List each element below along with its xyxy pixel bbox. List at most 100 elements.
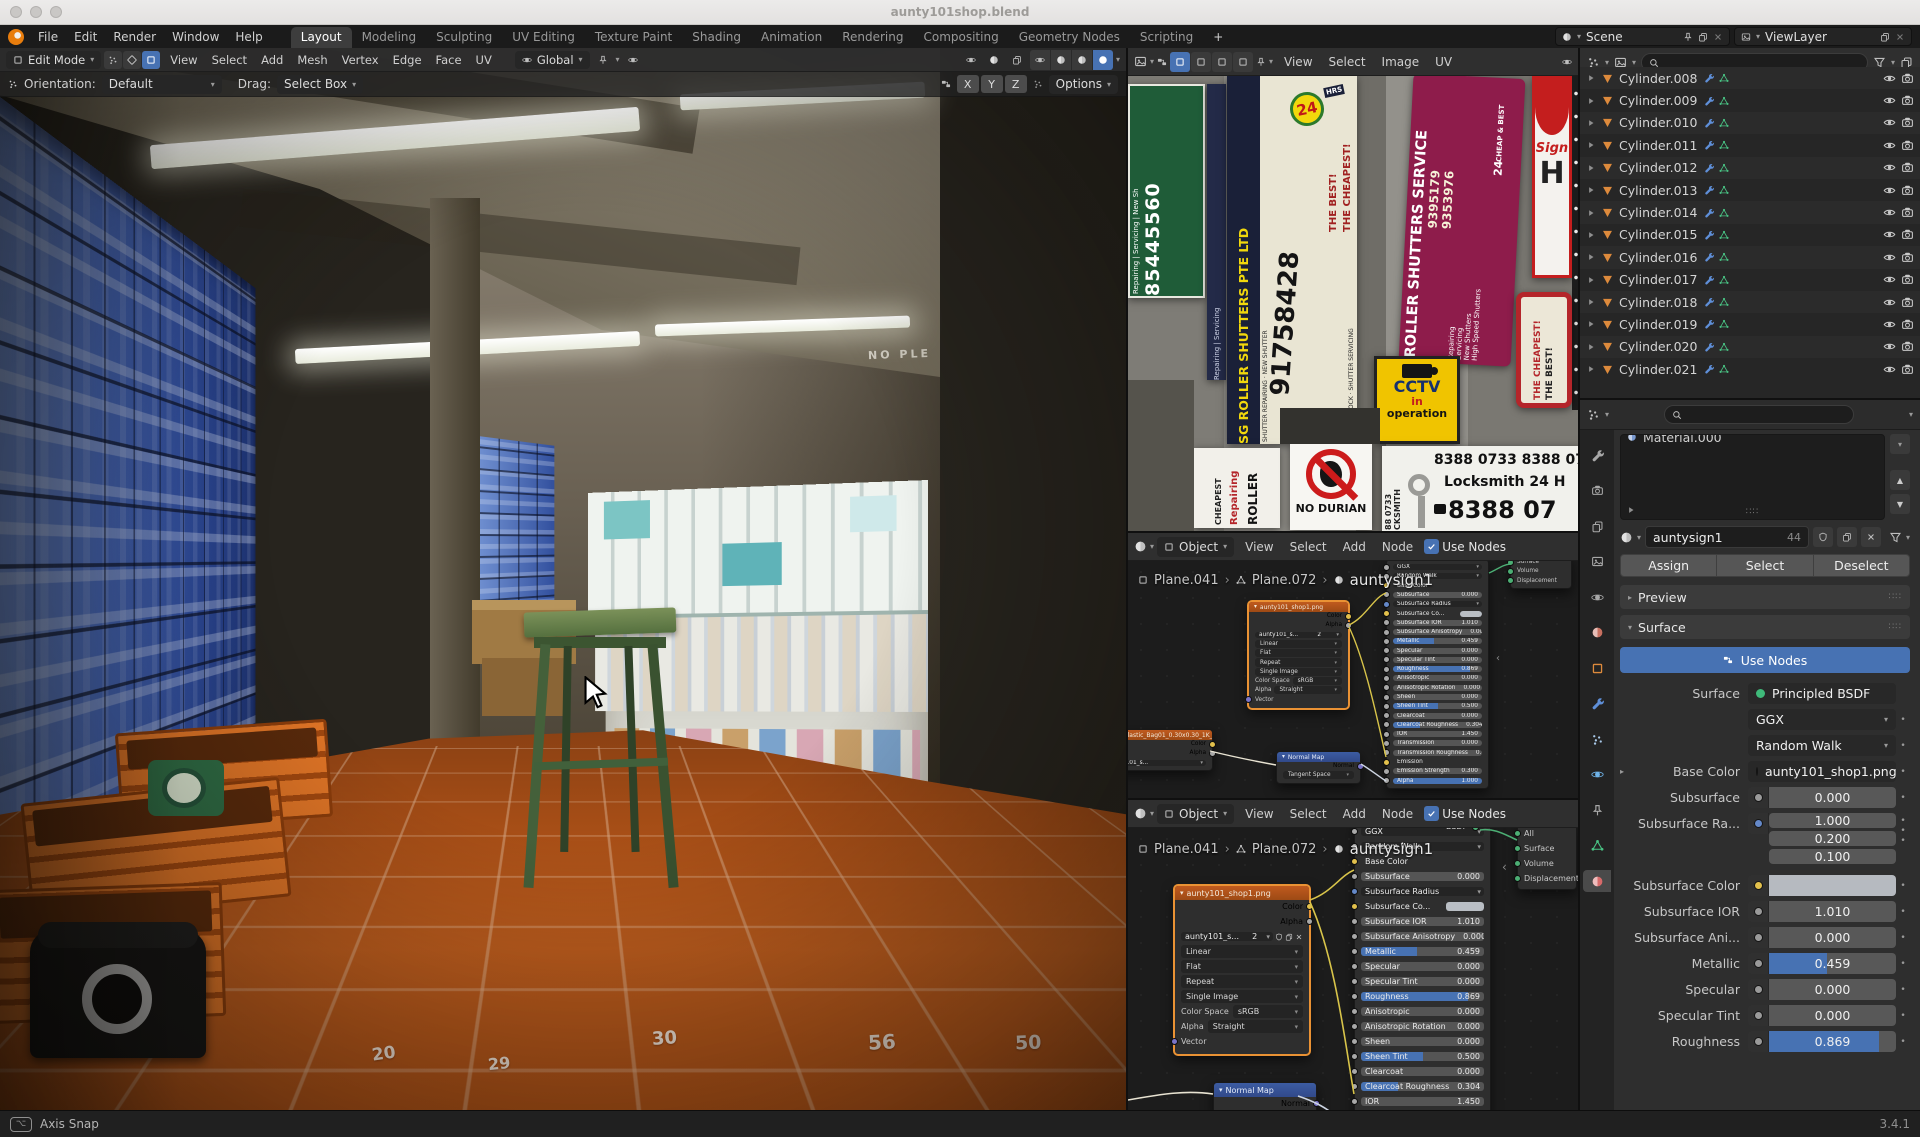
alpha-mode-row[interactable]: AlphaStraight [1249,686,1348,694]
shading-solid-icon[interactable] [1051,50,1071,70]
input-socket[interactable] [1383,712,1390,719]
unlink-scene-icon[interactable] [1713,32,1723,42]
chevron-down-icon[interactable]: ▾ [1150,809,1154,818]
modifier-wrench-icon[interactable] [1704,118,1714,128]
camera-visibility-icon[interactable] [1901,363,1914,376]
slot-move-down-button[interactable]: ▼ [1890,494,1910,514]
outliner-row[interactable]: Cylinder.009 [1580,89,1920,111]
input-socket[interactable] [1351,1068,1358,1075]
breadcrumb-mesh[interactable]: Plane.072 [1252,573,1317,588]
node-widget[interactable]: Emission [1393,759,1482,765]
input-socket[interactable] [1351,1038,1358,1045]
transform-orientation-selector[interactable]: Global ▾ [515,51,590,69]
bsdf-input-row[interactable]: Clearcoat 0.000 [1387,712,1488,720]
modifier-wrench-icon[interactable] [1704,297,1714,307]
outliner-row[interactable]: Cylinder.014 [1580,201,1920,223]
bsdf-input-row[interactable]: Roughness 0.869 [1355,990,1490,1003]
radius-y-field[interactable]: 0.200 [1769,831,1896,846]
breadcrumb-object[interactable]: Plane.041 [1154,573,1219,588]
topbar-menu[interactable]: Edit [66,29,105,45]
mirror-axis-button[interactable]: Z [1005,75,1027,93]
socket-button[interactable] [1748,901,1769,922]
subsurface-slider[interactable]: 0.000 [1769,787,1896,808]
mesh-data-icon[interactable] [1719,163,1729,173]
overlays-icon[interactable] [984,50,1004,70]
node-widget[interactable]: Specular 0.000 [1361,962,1484,971]
camera-visibility-icon[interactable] [1901,184,1914,197]
input-socket[interactable] [1351,978,1358,985]
vector-input-socket[interactable] [1171,1038,1178,1045]
bsdf-input-row[interactable]: Subsurface Anisotropy 0.000 [1355,930,1490,943]
node-widget[interactable]: Specular 0.000 [1393,648,1482,654]
workspace-tab[interactable]: Scripting [1130,27,1203,48]
node-widget[interactable]: Transmission 0.000 [1393,740,1482,746]
bsdf-input-row[interactable]: Sheen 0.000 [1387,693,1488,701]
slot-move-up-button[interactable]: ▲ [1890,470,1910,490]
input-socket[interactable] [1383,777,1390,784]
input-socket[interactable] [1383,564,1390,571]
bsdf-input-row[interactable]: Clearcoat Roughness 0.304 [1387,721,1488,729]
blender-logo-icon[interactable] [8,29,24,45]
disclosure-triangle-icon[interactable] [1586,230,1596,240]
camera-visibility-icon[interactable] [1901,94,1914,107]
shading-wireframe-icon[interactable] [1030,50,1050,70]
input-socket[interactable] [1351,1008,1358,1015]
outliner-row[interactable]: Cylinder.019 [1580,313,1920,335]
disclosure-triangle-icon[interactable] [1586,73,1596,83]
color-output-socket[interactable] [1209,741,1216,748]
use-nodes-button[interactable]: Use Nodes [1620,647,1910,673]
hide-eye-icon[interactable] [1883,228,1896,241]
tab-view-layer-icon[interactable] [1583,551,1611,573]
disclosure-triangle-icon[interactable] [1586,297,1596,307]
bsdf-input-row[interactable]: IOR 1.450 [1387,730,1488,738]
color-output-socket[interactable] [1306,903,1313,910]
camera-visibility-icon[interactable] [1901,318,1914,331]
hide-eye-icon[interactable] [1883,273,1896,286]
deselect-button[interactable]: Deselect [1813,554,1910,577]
object-name[interactable]: Cylinder.008 [1619,71,1697,86]
mesh-data-icon[interactable] [1719,297,1729,307]
hide-eye-icon[interactable] [1883,318,1896,331]
add-workspace-button[interactable]: + [1205,29,1231,45]
chevron-down-icon[interactable]: ▾ [1150,542,1154,551]
input-socket[interactable] [1383,721,1390,728]
view-mode-button[interactable] [1170,52,1190,72]
bsdf-input-row[interactable]: Clearcoat Roughness 0.304 [1355,1080,1490,1093]
image-node-header[interactable]: ▾aunty101_shop1.png [1175,886,1309,900]
workspace-tab[interactable]: Layout [291,27,352,48]
viewport-menu[interactable]: Face [429,53,469,67]
unlink-icon[interactable] [1295,933,1303,941]
object-name[interactable]: Cylinder.012 [1619,160,1697,175]
image-option-dropdown[interactable]: Linear [1255,640,1342,648]
disclosure-triangle-icon[interactable] [1586,319,1596,329]
camera-visibility-icon[interactable] [1901,340,1914,353]
socket-button[interactable] [1748,979,1769,1000]
output-input-row[interactable]: Displacement [1518,872,1576,885]
bsdf-input-row[interactable]: Subsurface Radius [1387,600,1488,608]
bsdf-input-row[interactable]: Transmission 0.000 [1387,739,1488,747]
object-name[interactable]: Cylinder.021 [1619,362,1697,377]
shader-menu[interactable]: Select [1282,807,1335,821]
node-widget[interactable]: Anisotropic 0.000 [1393,675,1482,681]
viewlayer-selector[interactable]: ▾ ViewLayer [1734,27,1912,46]
outliner-row[interactable]: Cylinder.016 [1580,246,1920,268]
normal-output-socket[interactable] [1313,1100,1320,1107]
bsdf-input-row[interactable]: Anisotropic Rotation 0.000 [1355,1020,1490,1033]
node-widget[interactable]: Subsurface Co... [1393,611,1482,617]
image-datablock-row[interactable]: aunty101_s...2 [1175,930,1309,943]
camera-visibility-icon[interactable] [1901,228,1914,241]
outliner-row[interactable]: Cylinder.015 [1580,224,1920,246]
input-socket[interactable] [1383,768,1390,775]
shading-rendered-icon[interactable] [1093,50,1113,70]
vector-input-socket[interactable] [1245,696,1252,703]
input-socket[interactable] [1351,948,1358,955]
input-socket[interactable] [1507,577,1514,584]
disclosure-triangle-icon[interactable] [1586,342,1596,352]
workspace-tab[interactable]: Geometry Nodes [1009,27,1130,48]
outliner-row[interactable]: Cylinder.018 [1580,291,1920,313]
subsurface-color-swatch[interactable] [1769,875,1896,896]
input-socket[interactable] [1383,638,1390,645]
bsdf-input-row[interactable]: IOR 1.450 [1355,1095,1490,1108]
node-widget[interactable]: Sheen Tint 0.500 [1393,703,1482,709]
breadcrumb-mesh[interactable]: Plane.072 [1252,842,1317,857]
